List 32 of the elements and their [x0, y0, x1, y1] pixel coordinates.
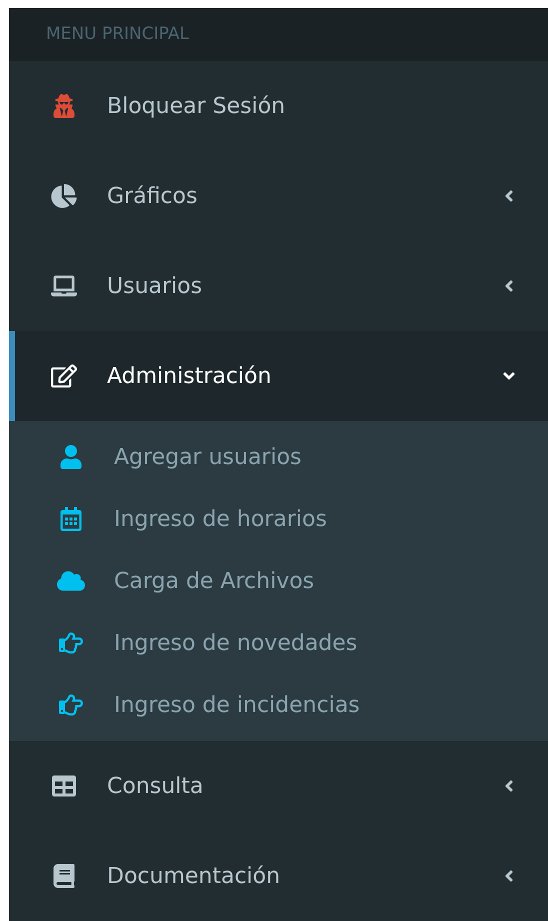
menu-label: Consulta	[107, 772, 204, 800]
submenu-label: Ingreso de novedades	[114, 630, 358, 658]
submenu-item[interactable]: Agregar usuarios	[9, 426, 548, 488]
submenu-label: Agregar usuarios	[114, 444, 302, 472]
menu-label: Documentación	[107, 862, 282, 890]
menu-label: Gráficos	[107, 182, 198, 210]
menu-label: Bloquear Sesión	[107, 92, 286, 120]
pointing-hand-icon	[57, 631, 85, 655]
submenu-label: Ingreso de horarios	[114, 506, 327, 534]
menu-item[interactable]: Bloquear Sesión	[9, 61, 548, 151]
table-icon	[51, 774, 77, 798]
pie-chart-icon	[51, 184, 77, 208]
menu-label: Administración	[107, 362, 272, 390]
submenu-label: Ingreso de incidencias	[114, 692, 360, 720]
laptop-icon	[51, 274, 77, 298]
submenu-item[interactable]: Carga de Archivos	[9, 550, 548, 612]
menu-item[interactable]: Gráficos	[9, 151, 548, 241]
submenu-item[interactable]: Ingreso de horarios	[9, 488, 548, 550]
menu-item[interactable]: Administración	[9, 331, 548, 421]
edit-icon	[51, 364, 77, 388]
menu-item[interactable]: Usuarios	[9, 241, 548, 331]
spy-icon	[51, 94, 77, 118]
submenu-item[interactable]: Ingreso de incidencias	[9, 674, 548, 736]
menu-item[interactable]: Consulta	[9, 741, 548, 831]
submenu-item[interactable]: Ingreso de novedades	[9, 612, 548, 674]
menu-item[interactable]: Documentación	[9, 831, 548, 921]
menu-label: Usuarios	[107, 272, 204, 300]
cloud-icon	[57, 569, 85, 593]
submenu-label: Carga de Archivos	[114, 568, 314, 596]
pointing-hand-icon	[57, 693, 85, 717]
menu-header: MENU PRINCIPAL	[46, 22, 189, 46]
book-icon	[51, 864, 77, 888]
